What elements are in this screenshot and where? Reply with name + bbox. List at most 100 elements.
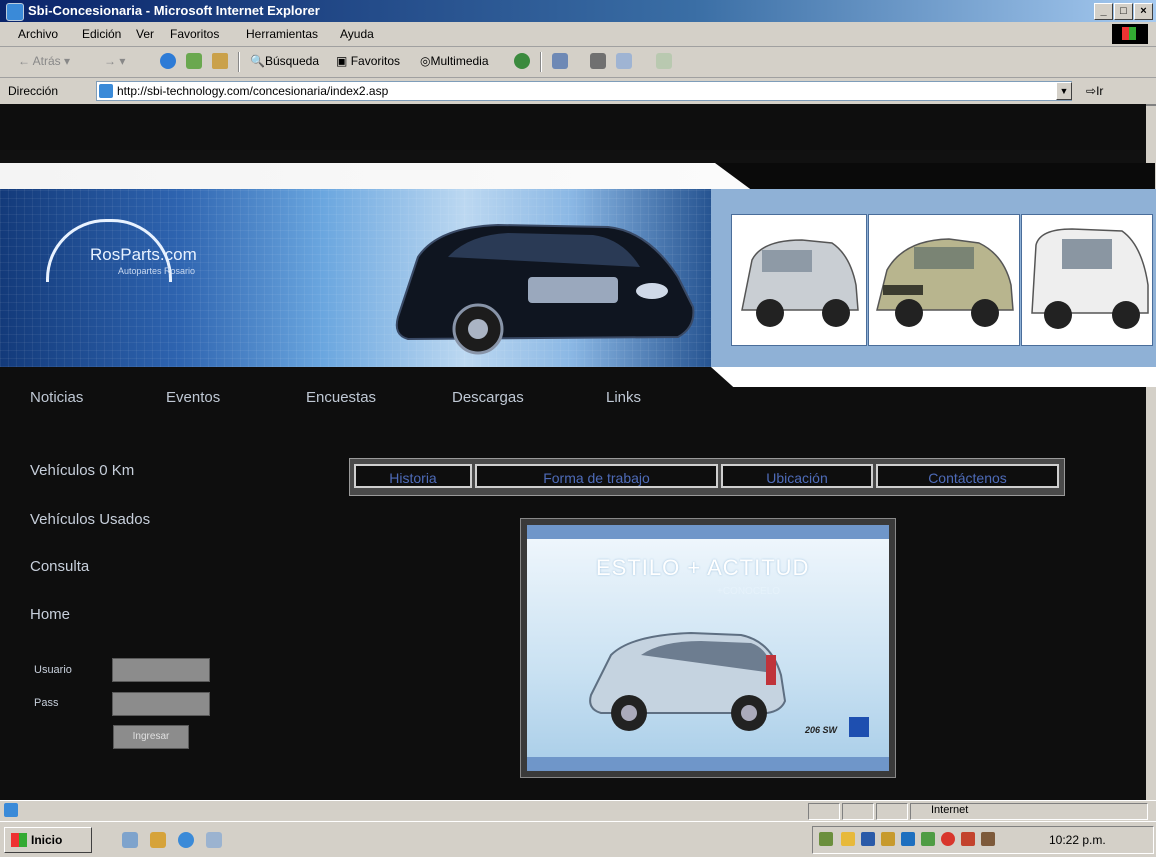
page-icon: [99, 84, 113, 98]
user-label: Usuario: [34, 664, 72, 676]
info-tabs: Historia Forma de trabajo Ubicación Cont…: [349, 458, 1065, 496]
menu-herramientas[interactable]: Herramientas: [246, 27, 318, 41]
search-label: Búsqueda: [264, 54, 319, 68]
refresh-icon[interactable]: [186, 53, 202, 69]
maximize-button[interactable]: □: [1114, 3, 1133, 20]
peugeot-logo-icon: [849, 717, 869, 737]
search-button[interactable]: 🔍Búsqueda: [250, 54, 319, 68]
home-icon[interactable]: [212, 53, 228, 69]
address-input[interactable]: http://sbi-technology.com/concesionaria/…: [96, 81, 1072, 101]
stop-icon[interactable]: [160, 53, 176, 69]
pass-label: Pass: [34, 697, 59, 709]
history-icon[interactable]: [514, 53, 530, 69]
standard-toolbar: ← Atrás ▾ → ▾ 🔍Búsqueda ▣ Favoritos ◎Mul…: [0, 47, 1156, 78]
page-header-band: [0, 150, 1146, 163]
close-button[interactable]: ×: [1134, 3, 1153, 20]
nav-noticias[interactable]: Noticias: [30, 389, 83, 406]
nav-descargas[interactable]: Descargas: [452, 389, 524, 406]
address-url: http://sbi-technology.com/concesionaria/…: [117, 84, 389, 98]
car-thumbnail-white-van: [1031, 228, 1149, 329]
status-bar: Internet: [0, 800, 1156, 821]
pass-input[interactable]: [112, 692, 210, 716]
tab-forma-de-trabajo[interactable]: Forma de trabajo: [475, 464, 718, 488]
tray-icon[interactable]: [961, 832, 975, 846]
show-desktop-icon[interactable]: [122, 832, 138, 848]
forward-button[interactable]: → ▾: [104, 54, 125, 68]
multimedia-icon: ◎: [420, 54, 431, 68]
tray-icon[interactable]: [819, 832, 833, 846]
toolbar-separator: [540, 52, 542, 72]
menu-ver[interactable]: Ver: [136, 27, 154, 41]
tray-icon[interactable]: [901, 832, 915, 846]
user-input[interactable]: [112, 658, 210, 682]
back-label: Atrás: [32, 54, 61, 68]
print-icon[interactable]: [590, 53, 606, 69]
thumbnail-car-2[interactable]: [868, 214, 1020, 346]
status-cell: [808, 803, 840, 820]
favorites-button[interactable]: ▣ Favoritos: [336, 54, 400, 68]
menu-edicion[interactable]: Edición: [82, 27, 121, 41]
ad-car-image: [589, 631, 787, 731]
side-nav-home[interactable]: Home: [30, 606, 70, 623]
menu-favoritos[interactable]: Favoritos: [170, 27, 219, 41]
status-cell: [842, 803, 874, 820]
nav-encuestas[interactable]: Encuestas: [306, 389, 376, 406]
thumbnail-car-1[interactable]: [731, 214, 867, 346]
menu-ayuda[interactable]: Ayuda: [340, 27, 374, 41]
go-button[interactable]: ⇨Ir: [1086, 84, 1103, 98]
car-thumbnail-beige: [876, 238, 1014, 327]
side-nav-consulta[interactable]: Consulta: [30, 558, 89, 575]
taskbar: Inicio 10:22 p.m.: [0, 821, 1156, 857]
multimedia-button[interactable]: ◎Multimedia: [420, 54, 489, 68]
tab-ubicacion[interactable]: Ubicación: [721, 464, 873, 488]
mail-icon[interactable]: [552, 53, 568, 69]
tray-icon[interactable]: [921, 832, 935, 846]
windows-logo-icon: [1112, 24, 1148, 44]
edit-icon[interactable]: [616, 53, 632, 69]
address-bar: Dirección http://sbi-technology.com/conc…: [0, 78, 1156, 106]
ie-quicklaunch-icon[interactable]: [178, 832, 194, 848]
site-logo-text[interactable]: RosParts.com: [90, 245, 197, 265]
windows-start-icon: [11, 833, 27, 847]
address-dropdown-button[interactable]: ▼: [1056, 82, 1072, 100]
nav-eventos[interactable]: Eventos: [166, 389, 220, 406]
side-nav-vehiculos-usados[interactable]: Vehículos Usados: [30, 511, 150, 528]
tray-icon[interactable]: [981, 832, 995, 846]
quicklaunch-icon[interactable]: [150, 832, 166, 848]
nav-links[interactable]: Links: [606, 389, 641, 406]
ad-subtitle: +CONOCELO: [717, 586, 781, 597]
toolbar-separator: [238, 52, 240, 72]
tray-icon[interactable]: [941, 832, 955, 846]
window-title: Sbi-Concesionaria - Microsoft Internet E…: [28, 3, 320, 18]
ad-title: ESTILO + ACTITUD: [596, 555, 810, 580]
tab-contactenos[interactable]: Contáctenos: [876, 464, 1059, 488]
system-tray: 10:22 p.m.: [812, 826, 1154, 854]
thumbnail-car-3[interactable]: [1021, 214, 1153, 346]
car-thumbnail-silver: [741, 239, 859, 327]
tray-icon[interactable]: [861, 832, 875, 846]
window-title-bar[interactable]: Sbi-Concesionaria - Microsoft Internet E…: [0, 0, 1156, 22]
page-status-icon: [4, 803, 18, 817]
taskbar-clock[interactable]: 10:22 p.m.: [1049, 833, 1106, 847]
tray-icon[interactable]: [881, 832, 895, 846]
back-button[interactable]: ← Atrás ▾: [18, 54, 70, 68]
status-zone-cell: Internet: [910, 803, 1148, 820]
ad-model-name: 206 SW: [805, 725, 838, 735]
tab-historia[interactable]: Historia: [354, 464, 472, 488]
status-cell: [876, 803, 908, 820]
favorites-icon: ▣: [336, 54, 348, 68]
login-button[interactable]: Ingresar: [113, 725, 189, 749]
ad-top-stripe: [527, 525, 889, 539]
side-nav-vehiculos-0km[interactable]: Vehículos 0 Km: [30, 462, 134, 479]
minimize-button[interactable]: _: [1094, 3, 1113, 20]
header-dark-wedge: [715, 163, 1155, 189]
start-button[interactable]: Inicio: [4, 827, 92, 853]
ad-banner[interactable]: ESTILO + ACTITUD +CONOCELO 206 SW: [520, 518, 896, 778]
quicklaunch-icon[interactable]: [206, 832, 222, 848]
menu-archivo[interactable]: Archivo: [18, 27, 58, 41]
multimedia-label: Multimedia: [430, 54, 489, 68]
tray-icon[interactable]: [841, 832, 855, 846]
discuss-icon[interactable]: [656, 53, 672, 69]
hero-car-image: [395, 223, 695, 355]
page-top-strip: [0, 104, 1146, 150]
